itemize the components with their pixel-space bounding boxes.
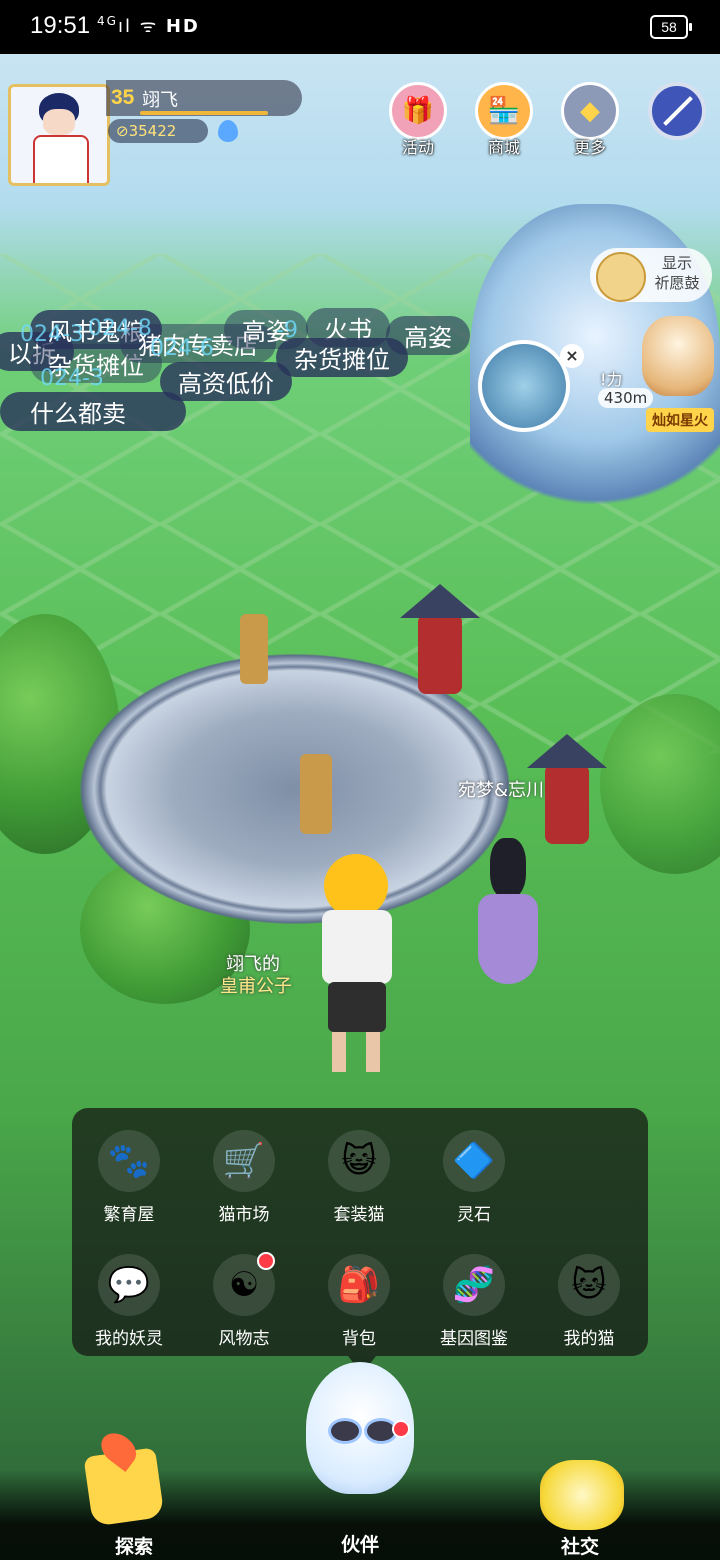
nav-social-label[interactable]: 社交 — [520, 1532, 640, 1559]
menu-item-spirit-stone[interactable]: 🔷 灵石 — [419, 1126, 529, 1236]
npc-label: 宛梦&忘川 — [458, 780, 545, 801]
hd-icon: HD — [165, 16, 200, 37]
player-avatar[interactable] — [8, 84, 110, 186]
battery-icon: 58 — [650, 15, 692, 39]
wifi-icon: ᯤ — [139, 16, 159, 37]
crystal-icon: 🔷 — [443, 1130, 505, 1192]
spirit-name-badge: 灿如星火 — [646, 408, 714, 432]
chat-spirit-icon: 💬 — [98, 1254, 160, 1316]
notification-dot — [257, 1252, 275, 1270]
cat-outfit-icon: 😺 — [328, 1130, 390, 1192]
nav-explore-label[interactable]: 探索 — [74, 1532, 194, 1559]
training-platform[interactable] — [80, 654, 510, 924]
menu-item-my-spirits[interactable]: 💬 我的妖灵 — [74, 1250, 184, 1360]
stall-label[interactable]: 什么都卖 — [0, 392, 186, 431]
coin-icon: ⊘ — [116, 122, 129, 140]
social-icon[interactable] — [540, 1460, 624, 1530]
cat-face-icon: 🐱 — [558, 1254, 620, 1316]
paw-house-icon: 🐾 — [98, 1130, 160, 1192]
stall-label[interactable]: 高姿 — [386, 316, 470, 355]
coin-amount: 35422 — [128, 122, 177, 140]
menu-item-almanac[interactable]: ☯ 风物志 — [189, 1250, 299, 1360]
stall-id: 024-3 — [20, 322, 84, 347]
activity-button[interactable]: 🎁 — [389, 82, 447, 140]
wish-drum-button[interactable]: 显示 祈愿鼓 — [590, 248, 712, 302]
spirit-sprite[interactable] — [642, 316, 714, 396]
backpack-icon: 🎒 — [328, 1254, 390, 1316]
cart-icon: 🛒 — [213, 1130, 275, 1192]
player-name: 翊飞 — [142, 90, 178, 111]
xp-bar — [140, 111, 268, 115]
dna-icon: 🧬 — [443, 1254, 505, 1316]
status-time: 19:51 — [30, 12, 91, 39]
npc-character[interactable] — [468, 838, 548, 1018]
network-type: 4G — [97, 14, 118, 28]
signal-icon: ıl — [117, 16, 132, 37]
drum-icon — [596, 252, 646, 302]
menu-item-label: 风物志 — [218, 1329, 270, 1349]
shop-icon: 🏪 — [487, 96, 521, 126]
stall-id: 024-8 — [88, 316, 152, 341]
stall-label[interactable]: 高资低价 — [160, 362, 292, 401]
menu-item-cat-market[interactable]: 🛒 猫市场 — [189, 1126, 299, 1236]
training-dummy[interactable] — [240, 614, 268, 684]
training-dummy[interactable] — [300, 754, 332, 834]
menu-item-my-cat[interactable]: 🐱 我的猫 — [534, 1250, 644, 1360]
menu-item-gene-catalog[interactable]: 🧬 基因图鉴 — [419, 1250, 529, 1360]
more-label: 更多 — [573, 138, 606, 157]
more-button[interactable]: ◆ — [561, 82, 619, 140]
partner-ghost-icon[interactable] — [306, 1362, 414, 1494]
close-icon[interactable]: × — [560, 344, 584, 368]
menu-item-label: 灵石 — [457, 1205, 491, 1225]
poi-name: !力 — [600, 370, 623, 389]
menu-item-label: 我的妖灵 — [95, 1329, 163, 1349]
notification-dot — [392, 1420, 410, 1438]
compass-icon[interactable] — [648, 82, 706, 140]
coin-counter: ⊘35422 — [108, 119, 208, 143]
gift-icon: 🎁 — [401, 96, 435, 126]
shop-button[interactable]: 🏪 — [475, 82, 533, 140]
grid-icon: ◆ — [580, 96, 600, 126]
location-marker[interactable] — [478, 340, 570, 432]
menu-item-outfit-cat[interactable]: 😺 套装猫 — [304, 1126, 414, 1236]
menu-item-breeding-house[interactable]: 🐾 繁育屋 — [74, 1126, 184, 1236]
menu-item-label: 繁育屋 — [103, 1205, 155, 1225]
player-character[interactable] — [318, 854, 396, 1074]
stall-id: -9 — [276, 318, 298, 343]
map-pin-icon[interactable] — [83, 1447, 165, 1527]
shop-label: 商城 — [487, 138, 520, 157]
menu-item-label: 猫市场 — [218, 1205, 270, 1225]
nav-partner-label[interactable]: 伙伴 — [300, 1530, 420, 1557]
poi-distance: 430m — [598, 388, 654, 408]
menu-item-backpack[interactable]: 🎒 背包 — [304, 1250, 414, 1360]
status-icons: 4Gıl ᯤ HD — [97, 14, 200, 38]
pet-title-label: 皇甫公子 — [220, 976, 292, 997]
partner-menu: 🐾 繁育屋 🛒 猫市场 😺 套装猫 🔷 灵石 💬 我的妖灵 ☯ 风物志 🎒 背包… — [72, 1108, 648, 1374]
stall-id: 024-3 — [40, 366, 104, 391]
eye — [328, 1418, 362, 1444]
menu-item-label: 基因图鉴 — [440, 1329, 508, 1349]
water-drop-icon[interactable] — [218, 120, 238, 142]
wish-label-line1: 显示 — [661, 254, 692, 272]
menu-item-label: 我的猫 — [563, 1329, 615, 1349]
stall-id: 024-6 — [150, 336, 214, 361]
menu-item-label: 套装猫 — [333, 1205, 385, 1225]
activity-label: 活动 — [401, 138, 434, 157]
lantern — [418, 614, 462, 694]
menu-item-label: 背包 — [342, 1329, 376, 1349]
player-level: 35 — [111, 86, 135, 109]
wish-label-line2: 祈愿鼓 — [654, 274, 700, 292]
lantern — [545, 764, 589, 844]
status-bar: 19:51 4Gıl ᯤ HD 58 — [0, 0, 720, 54]
